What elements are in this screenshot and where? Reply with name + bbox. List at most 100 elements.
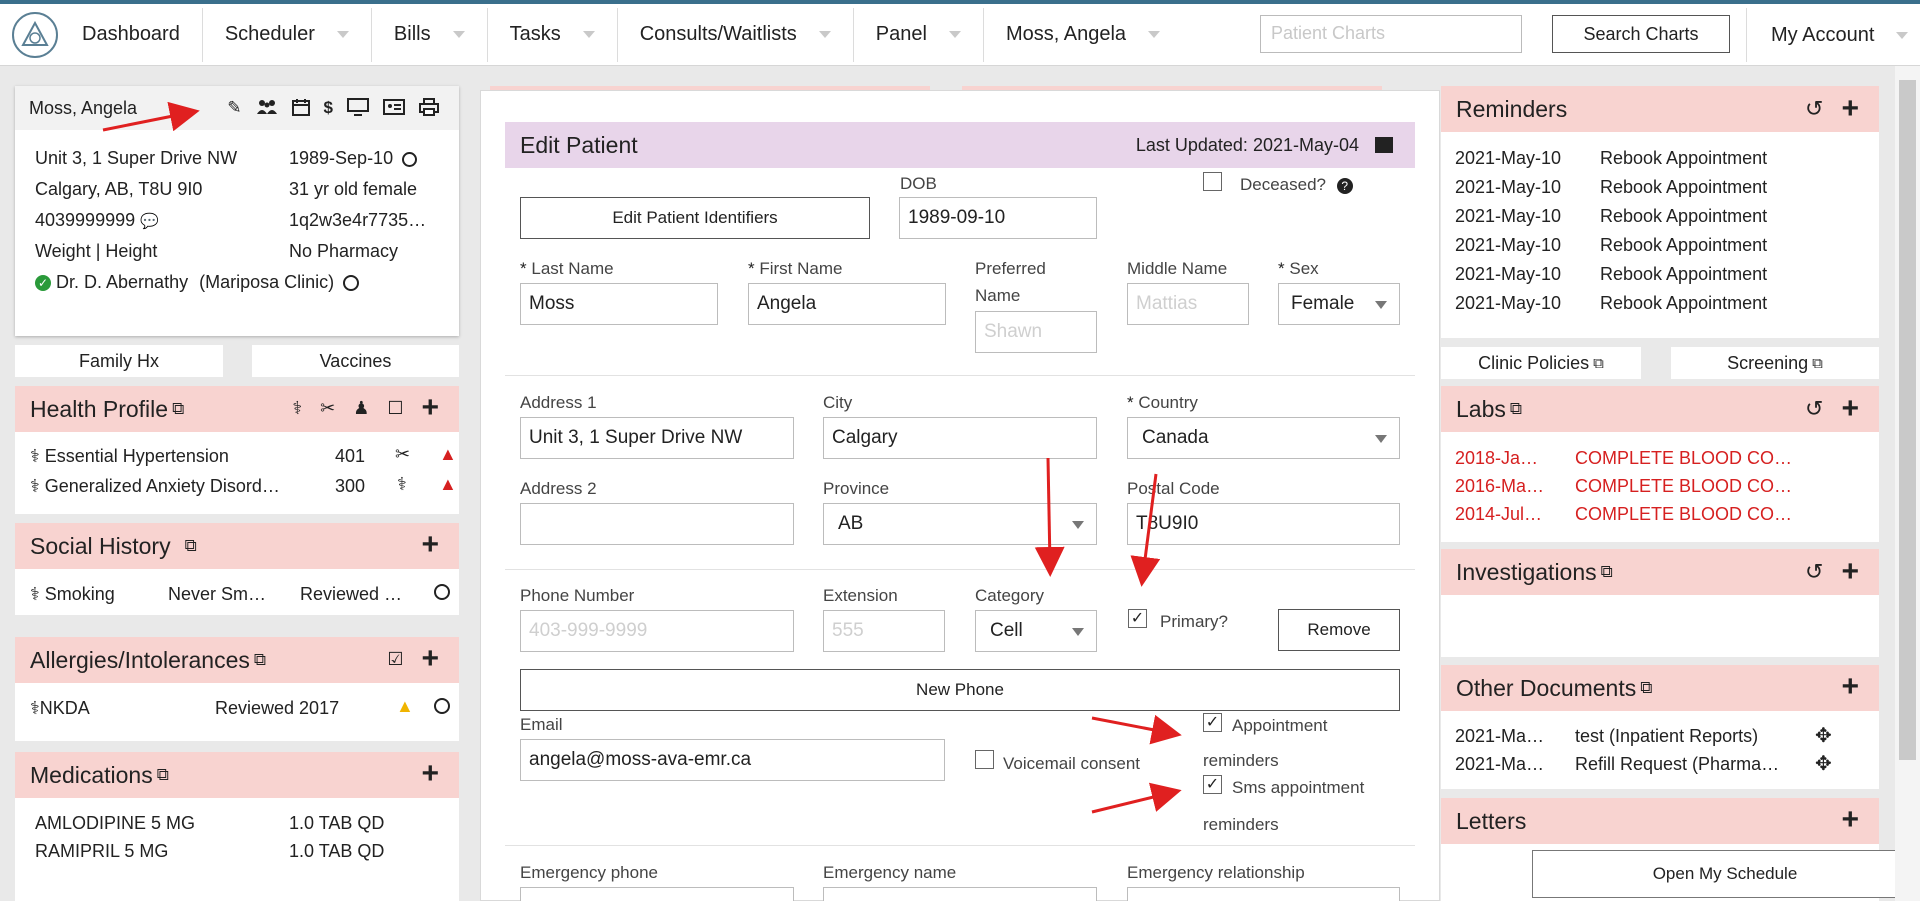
add-icon[interactable]: + xyxy=(421,644,439,674)
reminder-text[interactable]: Rebook Appointment xyxy=(1600,293,1767,314)
app-logo-icon[interactable] xyxy=(12,11,58,58)
nav-patient[interactable]: Moss, Angela xyxy=(984,8,1182,62)
calendar-icon[interactable] xyxy=(291,98,310,121)
middle-name-input[interactable]: Mattias xyxy=(1127,283,1249,325)
clock-icon[interactable] xyxy=(434,698,450,719)
add-icon[interactable]: + xyxy=(1841,557,1859,587)
investigations-title[interactable]: Investigations xyxy=(1456,559,1597,586)
emergency-phone-input[interactable] xyxy=(520,887,794,901)
medications-title[interactable]: Medications xyxy=(30,762,153,789)
add-icon[interactable]: + xyxy=(421,530,439,560)
reminder-text[interactable]: Rebook Appointment xyxy=(1600,235,1767,256)
external-link-icon[interactable]: ⧉ xyxy=(1510,399,1522,419)
lab-result[interactable]: COMPLETE BLOOD CO… xyxy=(1575,448,1792,469)
chat-icon[interactable]: 💬 xyxy=(140,213,159,230)
country-select[interactable]: Canada xyxy=(1127,417,1400,459)
health-profile-item[interactable]: ⚕ Essential Hypertension xyxy=(30,446,229,467)
patient-weight-height[interactable]: Weight | Height xyxy=(35,241,157,262)
category-select[interactable]: Cell xyxy=(975,610,1097,652)
patient-charts-search-input[interactable]: Patient Charts xyxy=(1260,15,1522,53)
lab-result[interactable]: COMPLETE BLOOD CO… xyxy=(1575,476,1792,497)
clock-icon[interactable] xyxy=(343,275,360,292)
my-account-menu[interactable]: My Account xyxy=(1746,8,1909,62)
history-icon[interactable]: ↺ xyxy=(1805,96,1823,122)
history-icon[interactable]: ↺ xyxy=(1805,396,1823,422)
checkbox-icon[interactable]: ☑ xyxy=(387,649,403,670)
nav-scheduler[interactable]: Scheduler xyxy=(203,7,372,62)
address1-input[interactable]: Unit 3, 1 Super Drive NW xyxy=(520,417,794,459)
first-name-input[interactable]: Angela xyxy=(748,283,946,325)
id-card-icon[interactable] xyxy=(383,98,405,121)
add-icon[interactable]: + xyxy=(421,759,439,789)
last-name-input[interactable]: Moss xyxy=(520,283,718,325)
edit-patient-identifiers-button[interactable]: Edit Patient Identifiers xyxy=(520,197,870,239)
nav-panel[interactable]: Panel xyxy=(854,7,984,62)
search-charts-button[interactable]: Search Charts xyxy=(1552,15,1730,53)
email-input[interactable]: angela@moss-ava-emr.ca xyxy=(520,739,945,781)
reminder-text[interactable]: Rebook Appointment xyxy=(1600,148,1767,169)
tab-vaccines[interactable]: Vaccines xyxy=(252,345,459,377)
allergy-item[interactable]: ⚕NKDA xyxy=(30,698,90,719)
person-icon[interactable]: ♟ xyxy=(353,398,369,419)
scissors-icon[interactable]: ✂ xyxy=(395,444,410,465)
city-input[interactable]: Calgary xyxy=(823,417,1097,459)
new-phone-button[interactable]: New Phone xyxy=(520,669,1400,711)
move-icon[interactable]: ✥ xyxy=(1815,751,1832,776)
emergency-name-input[interactable] xyxy=(823,887,1097,901)
warning-icon[interactable]: ▲ xyxy=(396,696,414,717)
clock-icon[interactable] xyxy=(402,151,418,167)
external-link-icon[interactable]: ⧉ xyxy=(157,765,169,785)
appointment-reminders-checkbox[interactable]: ✓ xyxy=(1203,713,1222,732)
preferred-name-input[interactable]: Shawn xyxy=(975,311,1097,353)
other-documents-title[interactable]: Other Documents xyxy=(1456,675,1636,702)
document-name[interactable]: test (Inpatient Reports) xyxy=(1575,726,1758,747)
monitor-icon[interactable] xyxy=(347,98,369,121)
social-history-title[interactable]: Social History xyxy=(30,533,171,560)
voicemail-consent-checkbox[interactable] xyxy=(975,750,994,769)
archive-icon[interactable] xyxy=(1375,137,1393,153)
reminder-text[interactable]: Rebook Appointment xyxy=(1600,206,1767,227)
sms-reminders-checkbox[interactable]: ✓ xyxy=(1203,775,1222,794)
dob-input[interactable]: 1989-09-10 xyxy=(899,197,1097,239)
health-profile-item[interactable]: ⚕ Generalized Anxiety Disord… xyxy=(30,476,280,497)
external-link-icon[interactable]: ⧉ xyxy=(1640,678,1652,698)
allergies-title[interactable]: Allergies/Intolerances xyxy=(30,647,250,674)
history-icon[interactable]: ↺ xyxy=(1805,559,1823,585)
primary-checkbox[interactable]: ✓ xyxy=(1128,609,1147,628)
address2-input[interactable] xyxy=(520,503,794,545)
tab-clinic-policies[interactable]: Clinic Policies ⧉ xyxy=(1441,347,1641,379)
reminder-text[interactable]: Rebook Appointment xyxy=(1600,264,1767,285)
labs-title[interactable]: Labs xyxy=(1456,396,1506,423)
open-my-schedule-button[interactable]: Open My Schedule xyxy=(1532,850,1918,898)
printer-icon[interactable] xyxy=(419,98,439,121)
health-profile-title[interactable]: Health Profile xyxy=(30,396,168,423)
page-scrollbar[interactable] xyxy=(1895,66,1920,901)
add-icon[interactable]: + xyxy=(1841,672,1859,702)
stethoscope-icon[interactable]: ⚕ xyxy=(292,398,302,419)
square-icon[interactable]: ☐ xyxy=(387,398,403,419)
nav-consults[interactable]: Consults/Waitlists xyxy=(618,7,854,62)
external-link-icon[interactable]: ⧉ xyxy=(1601,562,1613,582)
add-icon[interactable]: + xyxy=(1841,94,1859,124)
lab-result[interactable]: COMPLETE BLOOD CO… xyxy=(1575,504,1792,525)
postal-code-input[interactable]: T8U9I0 xyxy=(1127,503,1400,545)
help-icon[interactable]: ? xyxy=(1336,178,1353,194)
medication-name[interactable]: AMLODIPINE 5 MG xyxy=(35,813,195,834)
clock-icon[interactable] xyxy=(434,584,450,605)
external-link-icon[interactable]: ⧉ xyxy=(172,399,184,419)
nav-bills[interactable]: Bills xyxy=(372,7,488,62)
add-icon[interactable]: + xyxy=(1841,805,1859,835)
reminder-text[interactable]: Rebook Appointment xyxy=(1600,177,1767,198)
tab-family-hx[interactable]: Family Hx xyxy=(15,345,223,377)
scissors-icon[interactable]: ✂ xyxy=(320,398,335,419)
warning-icon[interactable]: ▲ xyxy=(439,474,457,495)
social-history-item[interactable]: ⚕ Smoking xyxy=(30,584,115,605)
phone-number-input[interactable]: 403-999-9999 xyxy=(520,610,794,652)
document-name[interactable]: Refill Request (Pharma… xyxy=(1575,754,1779,775)
nav-tasks[interactable]: Tasks xyxy=(488,7,618,62)
emergency-relationship-input[interactable] xyxy=(1127,887,1400,901)
deceased-checkbox[interactable] xyxy=(1203,172,1222,191)
warning-icon[interactable]: ▲ xyxy=(439,444,457,465)
patient-pharmacy[interactable]: No Pharmacy xyxy=(289,241,398,262)
external-link-icon[interactable]: ⧉ xyxy=(254,650,266,670)
